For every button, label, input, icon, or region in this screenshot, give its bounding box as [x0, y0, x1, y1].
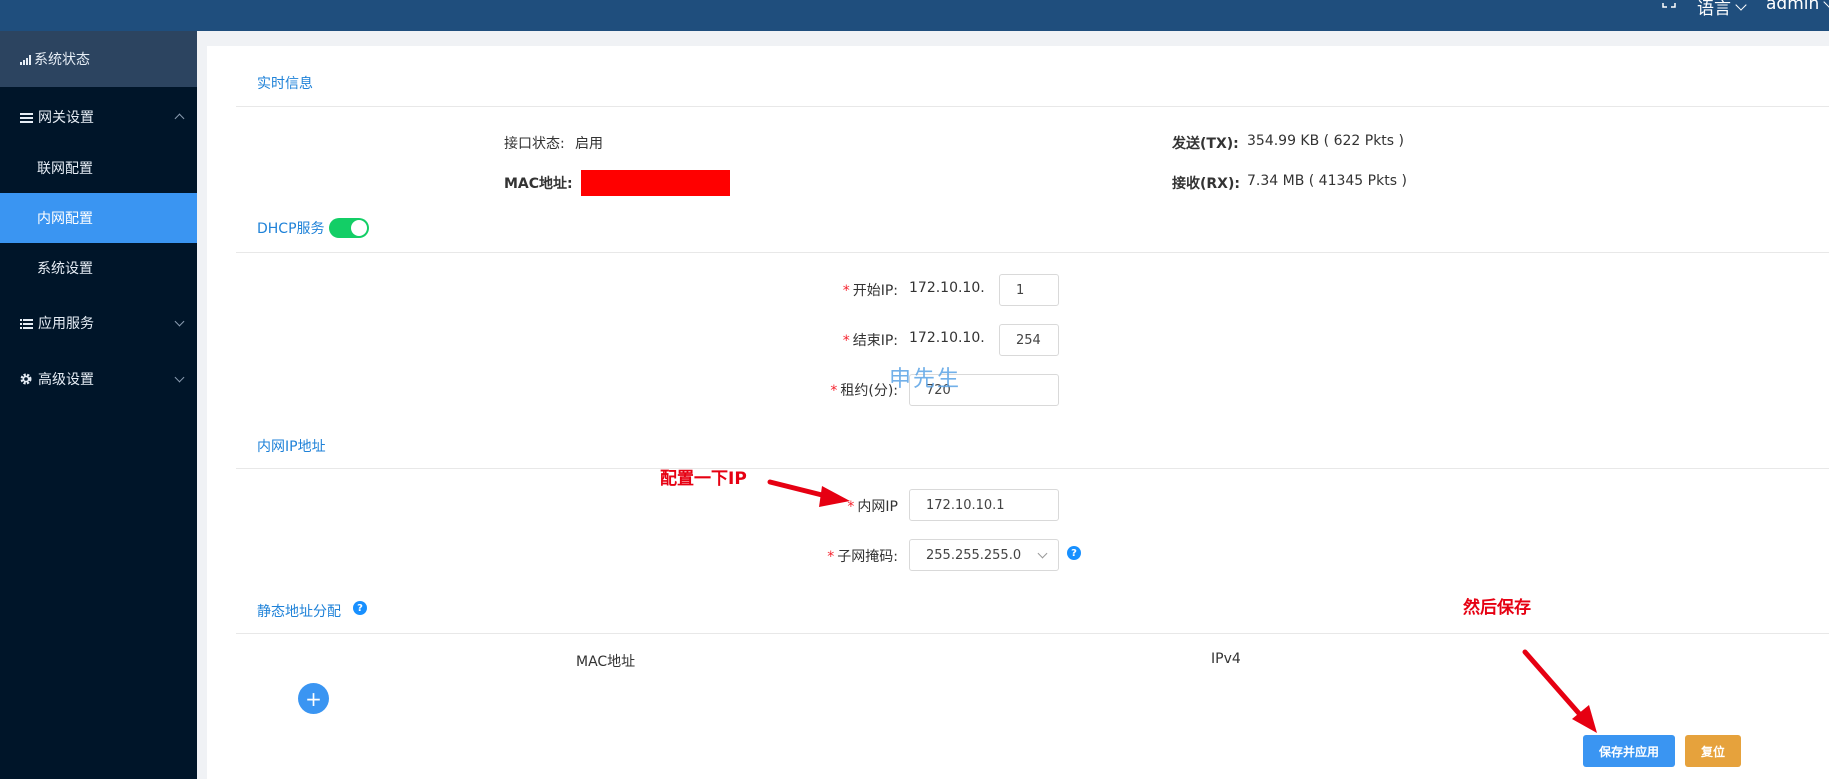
sidebar-item-system[interactable]: 系统设置 [0, 243, 197, 293]
chevron-down-icon [1735, 0, 1747, 11]
rx-value: 7.34 MB ( 41345 Pkts ) [1247, 173, 1407, 189]
menu-icon [18, 109, 34, 125]
lan-ip-label: * 内网IP [847, 499, 898, 515]
user-name: admin [1766, 0, 1820, 14]
sidebar: 系统状态 网关设置 联网配置 内网配置 系统设置 应用服务 高级设置 [0, 31, 197, 779]
redaction-mask [581, 170, 730, 196]
mac-address-label: MAC地址: [504, 176, 573, 192]
section-title-lanip: 内网IP地址 [257, 439, 326, 455]
tx-label: 发送(TX): [1172, 136, 1239, 152]
top-bar: 语言 admin [0, 0, 1829, 31]
tx-value: 354.99 KB ( 622 Pkts ) [1247, 133, 1405, 149]
main-card [207, 46, 1829, 779]
annotation-configure-ip: 配置一下IP [660, 469, 747, 489]
gear-icon [18, 371, 34, 387]
subnet-mask-select[interactable]: 255.255.255.0 [909, 539, 1059, 571]
chevron-down-icon [1037, 548, 1048, 559]
chevron-down-icon [174, 316, 185, 327]
start-ip-prefix: 172.10.10. [909, 280, 985, 296]
end-ip-prefix: 172.10.10. [909, 330, 985, 346]
divider [236, 252, 1829, 253]
port-status-label: 接口状态: [504, 136, 565, 152]
language-menu[interactable]: 语言 [1697, 0, 1747, 19]
sidebar-item-advanced[interactable]: 高级设置 [0, 354, 197, 404]
toggle-knob [351, 220, 367, 236]
watermark: 申先生 [889, 367, 962, 392]
reset-button[interactable]: 复位 [1685, 735, 1741, 767]
rx-label: 接收(RX): [1172, 176, 1240, 192]
help-icon[interactable]: ? [353, 601, 367, 615]
save-apply-button[interactable]: 保存并应用 [1583, 735, 1675, 767]
sidebar-item-gateway[interactable]: 网关设置 [0, 92, 197, 142]
column-header-ipv4: IPv4 [1211, 651, 1241, 667]
divider [236, 106, 1829, 107]
dhcp-toggle[interactable] [329, 218, 369, 238]
divider [236, 468, 1829, 469]
sidebar-item-apps[interactable]: 应用服务 [0, 298, 197, 348]
end-ip-label: * 结束IP: [842, 333, 898, 349]
chevron-up-icon [174, 113, 185, 124]
list-icon [18, 315, 34, 331]
column-header-mac: MAC地址 [576, 654, 636, 670]
lan-ip-input[interactable]: 172.10.10.1 [909, 489, 1059, 521]
section-title-dhcp: DHCP服务 [257, 221, 325, 237]
sidebar-item-lan[interactable]: 内网配置 [0, 193, 197, 243]
sidebar-item-label: 高级设置 [38, 372, 94, 388]
port-status-value: 启用 [575, 136, 603, 152]
end-ip-input[interactable]: 254 [999, 324, 1059, 356]
sidebar-item-label: 联网配置 [37, 161, 93, 177]
sidebar-item-label: 系统设置 [37, 261, 93, 277]
sidebar-item-label: 系统状态 [34, 52, 90, 68]
sidebar-item-network[interactable]: 联网配置 [0, 143, 197, 193]
user-menu[interactable]: admin [1766, 0, 1829, 14]
start-ip-input[interactable]: 1 [999, 274, 1059, 306]
section-title-static: 静态地址分配 [257, 604, 341, 620]
help-icon[interactable]: ? [1067, 546, 1081, 560]
sidebar-item-label: 网关设置 [38, 110, 94, 126]
subnet-mask-value: 255.255.255.0 [926, 547, 1022, 563]
lease-label: * 租约(分): [830, 383, 898, 399]
divider [236, 633, 1829, 634]
chevron-down-icon [1823, 0, 1829, 8]
fullscreen-icon[interactable] [1662, 0, 1676, 8]
add-entry-button[interactable]: + [298, 683, 329, 714]
chevron-down-icon [174, 372, 185, 383]
sidebar-item-label: 内网配置 [37, 211, 93, 227]
signal-icon [18, 51, 34, 67]
annotation-then-save: 然后保存 [1463, 598, 1531, 618]
subnet-mask-label: * 子网掩码: [827, 549, 898, 565]
section-title-realtime: 实时信息 [257, 76, 313, 92]
start-ip-label: * 开始IP: [842, 283, 898, 299]
sidebar-item-status[interactable]: 系统状态 [0, 31, 197, 87]
language-label: 语言 [1697, 0, 1731, 19]
sidebar-item-label: 应用服务 [38, 316, 94, 332]
